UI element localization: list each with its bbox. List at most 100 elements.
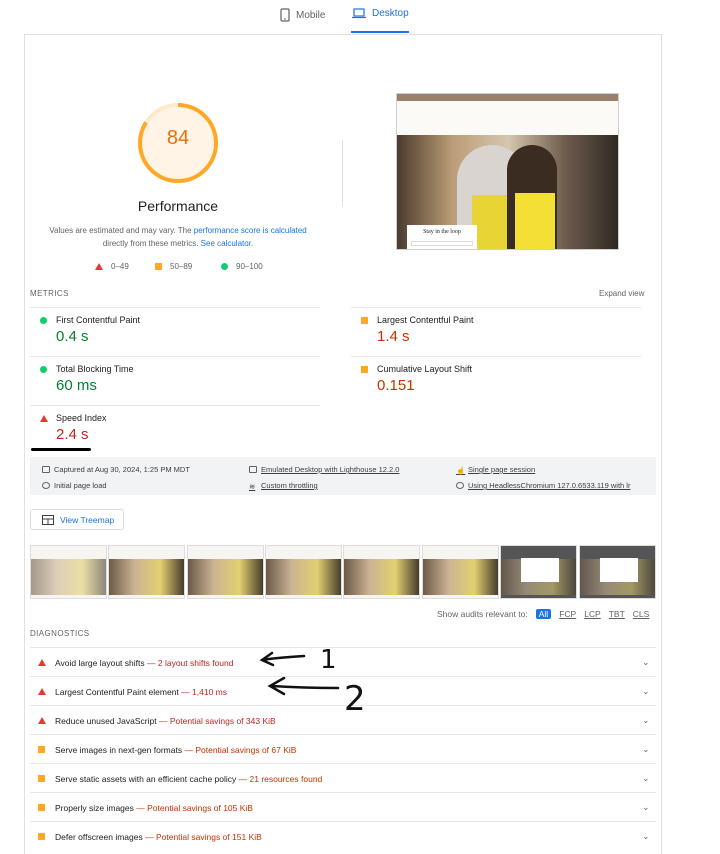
note-text-2: directly from these metrics. [102,239,201,248]
average-square-icon [38,833,45,840]
see-calculator-link[interactable]: See calculator. [201,239,253,248]
session-text: Single page session [468,465,536,474]
view-treemap-button[interactable]: View Treemap [30,509,124,530]
frame-image [31,559,106,595]
timer-icon [42,482,50,489]
metric-value: 0.151 [377,377,415,394]
emulated-text: Emulated Desktop with Lighthouse 12.2.0 [261,465,400,474]
captured-info: Captured at Aug 30, 2024, 1:25 PM MDT [42,465,190,474]
chevron-down-icon[interactable]: ⌄ [642,686,650,697]
monitor-icon [249,466,257,473]
popup-field [411,241,473,246]
form-factor-tabs: Mobile Desktop [0,0,720,34]
frame-image [266,559,341,595]
treemap-icon [42,514,54,525]
average-square-icon [38,775,45,782]
filter-all[interactable]: All [535,609,552,619]
active-tab-indicator [351,31,409,33]
metric-value: 2.4 s [56,426,89,443]
average-square-icon [361,366,368,373]
audit-detail: Potential savings of 105 KiB [147,803,253,813]
handwritten-annotations: 1 2 [259,645,366,718]
browser-text: Using HeadlessChromium 127.0.6533.119 wi… [468,481,631,490]
note-text-1: Values are estimated and may vary. The [49,226,194,235]
view-treemap-label: View Treemap [60,514,115,525]
audit-row[interactable]: Serve images in next-gen formats — Poten… [30,734,656,763]
popup-title: Stay in the loop [423,229,461,235]
metric-name: Speed Index [56,413,107,423]
frame-popup [600,558,638,582]
metric-cls: Cumulative Layout Shift 0.151 [351,356,641,401]
tab-mobile[interactable]: Mobile [280,8,325,22]
bad-triangle-icon [40,415,48,422]
page-screenshot: Stay in the loop [396,93,619,250]
divider [342,140,343,206]
handwritten-underline [31,448,91,451]
audit-row[interactable]: Properly size images — Potential savings… [30,792,656,821]
pointer-icon: ☝ [456,466,466,475]
tab-desktop[interactable]: Desktop [352,8,409,19]
throttling-info[interactable]: ≋ Custom throttling [249,481,318,491]
bad-triangle-icon [38,659,46,666]
filmstrip-frame [579,545,656,599]
audit-filter-label: Show audits relevant to: [437,609,528,619]
circle-icon [221,263,228,270]
filter-lcp[interactable]: LCP [584,609,601,619]
audit-detail: 21 resources found [249,774,323,784]
laptop-icon [352,8,366,19]
chevron-down-icon[interactable]: ⌄ [642,802,650,813]
session-info[interactable]: ☝ Single page session [456,465,536,475]
chevron-down-icon[interactable]: ⌄ [642,773,650,784]
page-load-text: Initial page load [54,481,107,490]
bad-triangle-icon [38,688,46,695]
chevron-down-icon[interactable]: ⌄ [642,744,650,755]
chevron-down-icon[interactable]: ⌄ [642,831,650,842]
filter-tbt[interactable]: TBT [609,609,625,619]
annotation-one: 1 [320,645,337,675]
performance-score: 84 [166,127,190,149]
filmstrip-frame [30,545,107,599]
run-info-panel: Captured at Aug 30, 2024, 1:25 PM MDT In… [30,457,656,495]
average-square-icon [38,746,45,753]
audit-text: Serve static assets with an efficient ca… [55,774,323,784]
browser-info[interactable]: Using HeadlessChromium 127.0.6533.119 wi… [456,481,630,490]
tab-desktop-label: Desktop [372,8,409,19]
audit-title: Serve static assets with an efficient ca… [55,774,237,784]
metric-name: Total Blocking Time [56,364,134,374]
wifi-icon: ≋ [249,482,256,491]
filmstrip-frame [422,545,499,599]
legend-average-label: 50–89 [170,262,193,271]
throttling-text: Custom throttling [261,481,318,490]
filter-cls[interactable]: CLS [633,609,650,619]
audit-title: Largest Contentful Paint element [55,687,179,697]
popup-field [411,249,473,250]
score-calculation-link[interactable]: performance score is calculated [194,226,307,235]
metric-name: Largest Contentful Paint [377,315,474,325]
audit-title: Properly size images [55,803,134,813]
filmstrip-frame [108,545,185,599]
filter-fcp[interactable]: FCP [559,609,576,619]
frame-image [188,559,263,595]
emulated-info[interactable]: Emulated Desktop with Lighthouse 12.2.0 [249,465,399,474]
performance-note: Values are estimated and may vary. The p… [40,224,316,250]
frame-image [109,559,184,595]
legend-average: 50–89 [155,262,192,271]
screenshot-hero-image: Stay in the loop [397,135,618,250]
screenshot-shirt [515,193,555,249]
arrow-1 [259,651,306,667]
chevron-down-icon[interactable]: ⌄ [642,657,650,668]
chevron-down-icon[interactable]: ⌄ [642,715,650,726]
metric-value: 0.4 s [56,328,89,345]
page-load-info: Initial page load [42,481,107,490]
audit-row[interactable]: Defer offscreen images — Potential savin… [30,821,656,850]
audit-row[interactable]: Serve static assets with an efficient ca… [30,763,656,792]
legend-bad-label: 0–49 [111,262,129,271]
audit-detail: Potential savings of 151 KiB [155,832,262,842]
filmstrip-frame [187,545,264,599]
filmstrip [30,545,656,599]
metric-value: 1.4 s [377,328,410,345]
expand-view-toggle[interactable]: Expand view [599,289,644,298]
audit-detail: 2 layout shifts found [157,658,234,668]
metric-name: First Contentful Paint [56,315,141,325]
frame-image [423,559,498,595]
